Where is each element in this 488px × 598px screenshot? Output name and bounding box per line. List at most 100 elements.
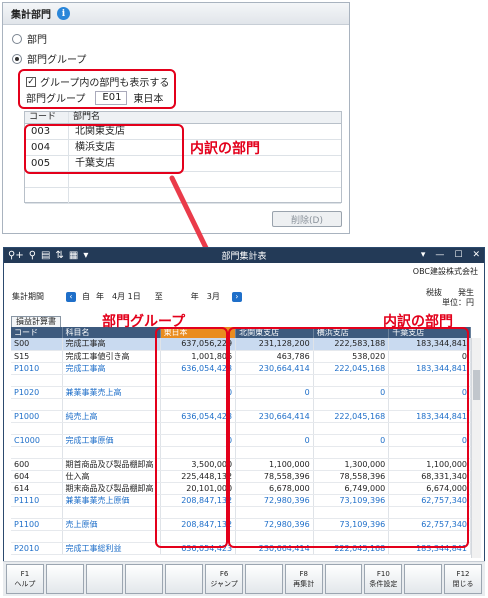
period-row: 集計期間 ‹ 自 年 4月 1日 至 年 3月 › xyxy=(12,291,242,302)
fkey-button[interactable] xyxy=(45,564,84,594)
fkey-button[interactable]: F12 閉じる xyxy=(444,564,482,594)
fkey-key: F10 xyxy=(376,570,390,578)
dept-grid-header: コード 部門名 xyxy=(25,112,341,124)
row-code: S00 xyxy=(11,338,63,351)
fkey-button[interactable] xyxy=(244,564,283,594)
group-name: 東日本 xyxy=(133,94,164,105)
company-name: OBC建設株式会社 xyxy=(412,267,478,276)
row-account xyxy=(62,398,161,411)
tax-info: 税抜 発生 単位：円 xyxy=(426,288,474,308)
dept-grid-row-empty[interactable] xyxy=(25,172,341,188)
fkey-button[interactable]: F8 再集計 xyxy=(284,564,323,594)
info-icon[interactable]: i xyxy=(57,7,70,20)
callout-detail-dept-2: 内訳の部門 xyxy=(383,314,453,330)
unit-label: 単位：円 xyxy=(442,298,474,307)
row-code: C1000 xyxy=(11,434,63,447)
show-members-checkbox-row[interactable]: ✓ グループ内の部門も表示する xyxy=(26,74,169,89)
menu-icon[interactable]: ▾ xyxy=(421,248,426,263)
col-code[interactable]: コード xyxy=(11,327,63,338)
panel-title: 集計部門 xyxy=(11,10,51,21)
radio-dept[interactable]: 部門 xyxy=(12,31,47,46)
radio-dept-group-indicator[interactable] xyxy=(12,53,22,64)
row-account xyxy=(62,422,161,435)
period-prev-button[interactable]: ‹ xyxy=(66,291,76,302)
window-controls: ▾ — ☐ ✕ xyxy=(421,248,480,263)
grid-header-code: コード xyxy=(25,112,69,123)
row-code xyxy=(11,398,63,411)
fkey-label: 閉じる xyxy=(452,580,474,588)
group-field-label: 部門グループ xyxy=(26,94,86,105)
detail-rows-highlight xyxy=(24,124,184,174)
fkey-button[interactable]: F10 条件設定 xyxy=(364,564,403,594)
radio-dept-group[interactable]: 部門グループ xyxy=(12,51,86,66)
row-code: 614 xyxy=(11,482,63,495)
fkey-key: F8 xyxy=(299,570,308,578)
row-code: 604 xyxy=(11,470,63,483)
close-icon[interactable]: ✕ xyxy=(472,248,480,263)
radio-dept-group-label: 部門グループ xyxy=(27,55,87,66)
row-account: 仕入高 xyxy=(62,470,161,483)
row-account xyxy=(62,506,161,519)
row-code: P1100 xyxy=(11,518,63,531)
window-title: 部門集計表 xyxy=(221,252,267,262)
detail-columns-highlight xyxy=(228,327,469,548)
fkey-button[interactable] xyxy=(404,564,443,594)
minimize-icon[interactable]: — xyxy=(435,248,444,263)
fkey-button[interactable]: F6 ジャンプ xyxy=(205,564,243,594)
row-account xyxy=(62,530,161,543)
row-account: 完成工事原価 xyxy=(62,434,161,447)
dept-grid-row-empty[interactable] xyxy=(25,188,341,204)
panel-header: 集計部門 i xyxy=(3,3,349,25)
period-to-prefix: 至 xyxy=(154,292,163,301)
row-code: 600 xyxy=(11,458,63,471)
fkey-key: F6 xyxy=(219,570,229,578)
row-code xyxy=(11,530,63,543)
callout-dept-group: 部門グループ xyxy=(102,314,186,330)
fkey-label: ヘルプ xyxy=(14,580,36,588)
function-key-bar: F1 ヘルプ F6 ジャンプ F8 再集計 F10 条件設定 F12 閉じる xyxy=(3,561,485,596)
scrollbar-thumb[interactable] xyxy=(473,370,480,400)
fkey-button[interactable] xyxy=(125,564,164,594)
period-from: 年 4月 1日 xyxy=(96,292,141,301)
grid-header-name: 部門名 xyxy=(73,112,101,122)
show-members-checkbox[interactable]: ✓ xyxy=(26,76,36,87)
row-code: P1010 xyxy=(11,362,63,375)
delete-button[interactable]: 削除(D) xyxy=(272,211,342,227)
callout-detail-dept: 内訳の部門 xyxy=(190,141,260,157)
row-code xyxy=(11,374,63,387)
row-code xyxy=(11,446,63,459)
group-code-input[interactable]: E01 xyxy=(95,90,128,105)
fkey-label: ジャンプ xyxy=(210,580,238,588)
window-titlebar: ⚲+ ⚲ ▤ ⇅ ▦ ▾ 部門集計表 ▾ — ☐ ✕ xyxy=(4,248,484,263)
row-account: 期末商品及び製品棚卸高 xyxy=(62,482,161,495)
row-account: 完成工事総利益 xyxy=(62,542,161,555)
row-account: 兼業事業売上原価 xyxy=(62,494,161,507)
maximize-icon[interactable]: ☐ xyxy=(454,248,462,263)
fkey-button[interactable] xyxy=(324,564,363,594)
radio-dept-label: 部門 xyxy=(27,35,47,46)
row-account xyxy=(62,446,161,459)
fkey-label: 条件設定 xyxy=(369,580,398,588)
vertical-scrollbar[interactable] xyxy=(471,338,481,558)
tab-income-statement[interactable]: 損益計算書 xyxy=(11,316,61,327)
fkey-button[interactable] xyxy=(165,564,204,594)
fkey-button[interactable] xyxy=(85,564,124,594)
row-code: S15 xyxy=(11,350,63,363)
row-account xyxy=(62,374,161,387)
period-label: 集計期間 xyxy=(12,292,44,301)
row-account: 完成工事高 xyxy=(62,362,161,375)
row-account: 純売上高 xyxy=(62,410,161,423)
row-code: P1000 xyxy=(11,410,63,423)
row-code: P1020 xyxy=(11,386,63,399)
row-account: 完成工事値引き高 xyxy=(62,350,161,363)
radio-dept-indicator[interactable] xyxy=(12,33,22,44)
row-account: 売上原価 xyxy=(62,518,161,531)
row-code: P1110 xyxy=(11,494,63,507)
row-code: P2010 xyxy=(11,542,63,555)
period-from-prefix: 自 xyxy=(82,292,90,301)
fkey-button[interactable]: F1 ヘルプ xyxy=(6,564,44,594)
fkey-key: F1 xyxy=(20,570,30,578)
row-account: 完成工事高 xyxy=(62,338,161,351)
period-next-button[interactable]: › xyxy=(231,291,242,302)
show-members-label: グループ内の部門も表示する xyxy=(40,78,170,89)
